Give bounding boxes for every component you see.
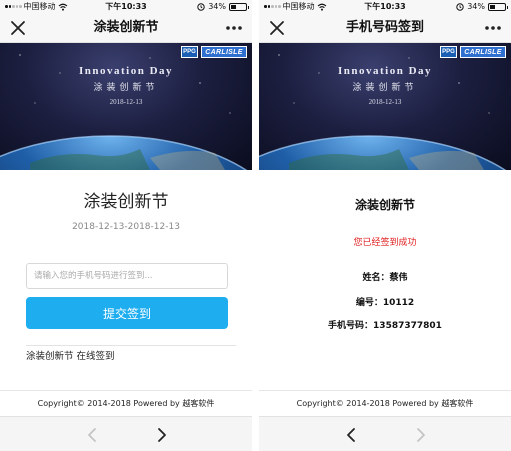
close-icon[interactable] (267, 18, 287, 38)
browser-toolbar (0, 416, 252, 451)
screen-divider (252, 0, 259, 451)
submit-sign-in-button[interactable]: 提交签到 (26, 297, 228, 329)
attendee-phone: 手机号码：13587377801 (328, 321, 442, 331)
success-message: 您已经签到成功 (353, 238, 417, 248)
banner-title-en: Innovation Day (78, 65, 174, 77)
earth-image (259, 54, 507, 170)
alarm-icon (197, 2, 205, 11)
battery-icon (488, 2, 508, 11)
page-title: 手机号码签到 (345, 20, 424, 35)
chevron-left-icon[interactable] (82, 425, 102, 445)
more-icon[interactable] (224, 18, 244, 38)
battery-percent: 34% (208, 2, 226, 11)
nav-bar: 涂装创新节 (0, 13, 252, 43)
ppg-logo: PPG (440, 46, 457, 58)
event-dates: 2018-12-13-2018-12-13 (72, 222, 180, 232)
attendee-id: 编号：10112 (355, 298, 415, 308)
event-title: 涂装创新节 (354, 198, 415, 212)
more-icon[interactable] (483, 18, 503, 38)
nav-bar: 手机号码签到 (259, 13, 511, 43)
status-bar: 中国移动 下午10:33 34% (259, 0, 511, 13)
attendee-name: 姓名：蔡伟 (362, 273, 408, 283)
event-footer-text: 涂装创新节 在线签到 (26, 351, 115, 362)
status-bar: 中国移动 下午10:33 34% (0, 0, 252, 13)
sign-in-screen: 中国移动 下午10:33 34% 涂装创新节 PPG CARLISLE Inno… (0, 0, 252, 451)
event-banner: PPG CARLISLE Innovation Day 涂装创新节 2018-1… (259, 43, 511, 170)
ppg-logo: PPG (181, 46, 198, 58)
close-icon[interactable] (8, 18, 28, 38)
browser-toolbar (259, 416, 511, 451)
banner-title-cn: 涂装创新节 (93, 83, 159, 93)
banner-date: 2018-12-13 (109, 98, 143, 106)
banner-title-en: Innovation Day (337, 65, 433, 77)
earth-image (0, 54, 248, 170)
carlisle-logo: CARLISLE (201, 46, 247, 58)
chevron-right-icon[interactable] (411, 425, 431, 445)
page-title: 涂装创新节 (93, 20, 159, 35)
phone-input[interactable] (26, 263, 228, 289)
banner-title-cn: 涂装创新节 (352, 83, 418, 93)
battery-icon (229, 2, 249, 11)
carlisle-logo: CARLISLE (460, 46, 506, 58)
banner-date: 2018-12-13 (368, 98, 402, 106)
copyright: Copyright© 2014-2018 Powered by 越客软件 (259, 390, 511, 416)
chevron-right-icon[interactable] (152, 425, 172, 445)
event-title: 涂装创新节 (83, 192, 169, 212)
battery-percent: 34% (467, 2, 485, 11)
alarm-icon (456, 2, 464, 11)
copyright: Copyright© 2014-2018 Powered by 越客软件 (0, 390, 252, 416)
sign-in-result-screen: 中国移动 下午10:33 34% 手机号码签到 PPG CARLISLE Inn… (259, 0, 511, 451)
divider (26, 345, 236, 346)
event-banner: PPG CARLISLE Innovation Day 涂装创新节 2018-1… (0, 43, 252, 170)
chevron-left-icon[interactable] (341, 425, 361, 445)
